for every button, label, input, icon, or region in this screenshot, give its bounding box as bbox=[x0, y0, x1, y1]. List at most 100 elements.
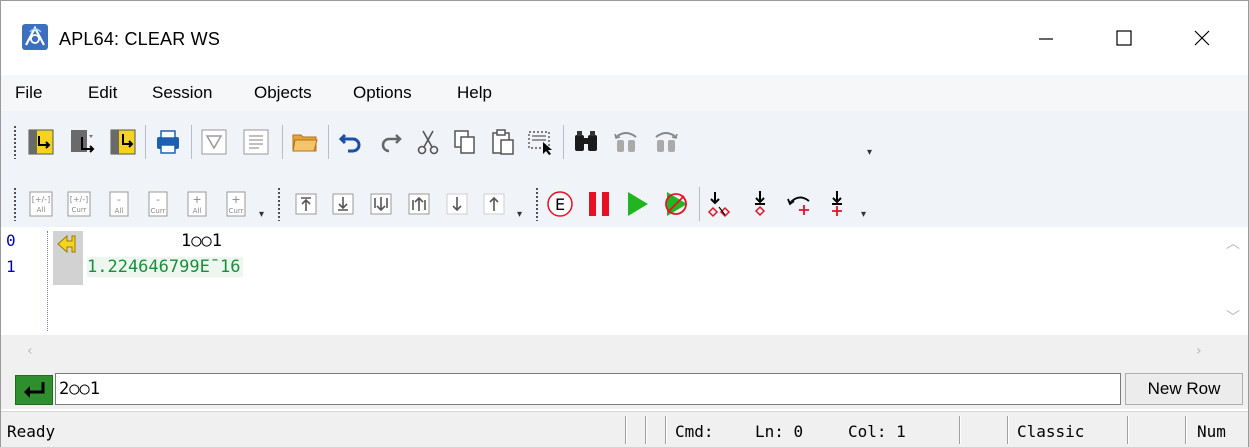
down-arrow-button[interactable] bbox=[439, 185, 475, 223]
expand-curr-button[interactable]: + Curr bbox=[218, 185, 254, 223]
toggle-all-button[interactable]: [+/-] All bbox=[23, 185, 59, 223]
go-bottom-button[interactable] bbox=[325, 185, 361, 223]
scroll-down-icon[interactable]: ﹀ bbox=[1226, 307, 1240, 327]
pause-button[interactable] bbox=[581, 185, 617, 223]
paste-button[interactable] bbox=[485, 123, 521, 161]
cut-icon bbox=[417, 130, 439, 155]
command-input[interactable] bbox=[55, 373, 1121, 405]
next-block-icon bbox=[370, 193, 392, 215]
toolbar-overflow-icon[interactable]: ▾ bbox=[861, 209, 866, 220]
collapse-curr-icon: - Curr bbox=[148, 191, 168, 217]
toolbar-separator bbox=[328, 125, 329, 159]
svg-text:All: All bbox=[37, 206, 46, 214]
toolbar-grip[interactable] bbox=[13, 187, 17, 221]
document-button[interactable] bbox=[238, 123, 274, 161]
toolbar-grip[interactable] bbox=[277, 187, 281, 221]
run-button[interactable] bbox=[619, 185, 655, 223]
go-top-button[interactable] bbox=[288, 185, 324, 223]
clear-stops-button[interactable] bbox=[702, 185, 738, 223]
toolbar-separator bbox=[191, 125, 192, 159]
prev-block-icon bbox=[408, 193, 430, 215]
go-bottom-icon bbox=[332, 193, 354, 215]
toolbar-overflow-icon[interactable]: ▾ bbox=[259, 209, 264, 220]
up-arrow-button[interactable] bbox=[476, 185, 512, 223]
trace-add-button[interactable] bbox=[819, 185, 855, 223]
execute-button[interactable] bbox=[15, 375, 53, 405]
scroll-left-icon[interactable]: ‹ bbox=[27, 343, 33, 359]
menu-edit[interactable]: Edit bbox=[88, 83, 117, 103]
toolbar-grip[interactable] bbox=[535, 187, 539, 221]
svg-text:+: + bbox=[192, 193, 201, 206]
find-next-button[interactable] bbox=[648, 123, 684, 161]
stop-icon bbox=[754, 191, 766, 217]
menu-file[interactable]: File bbox=[15, 83, 42, 103]
main-toolbar: ▾ bbox=[1, 111, 1248, 173]
menu-objects[interactable]: Objects bbox=[254, 83, 312, 103]
toolbar-overflow-icon[interactable]: ▾ bbox=[517, 209, 522, 220]
minimize-button[interactable] bbox=[1011, 1, 1081, 75]
find-icon bbox=[575, 131, 597, 151]
menu-options[interactable]: Options bbox=[353, 83, 412, 103]
next-block-button[interactable] bbox=[363, 185, 399, 223]
vertical-scrollbar[interactable]: ︿ ﹀ bbox=[1216, 227, 1248, 335]
menu-help[interactable]: Help bbox=[457, 83, 492, 103]
status-divider bbox=[1007, 416, 1009, 444]
apl64-logo-icon bbox=[22, 24, 48, 50]
find-button[interactable] bbox=[568, 123, 604, 161]
scroll-up-icon[interactable]: ︿ bbox=[1226, 233, 1240, 253]
session-input-line[interactable]: 1○○1 bbox=[181, 231, 222, 251]
error-button[interactable]: E bbox=[542, 185, 578, 223]
current-line-pointer-icon bbox=[57, 234, 76, 254]
status-num: Num bbox=[1197, 422, 1226, 441]
new-row-button[interactable]: New Row bbox=[1125, 373, 1243, 405]
filter-button[interactable] bbox=[196, 123, 232, 161]
svg-text:+: + bbox=[231, 193, 240, 206]
status-line: Ln: 0 bbox=[755, 422, 804, 441]
toggle-curr-button[interactable]: [+/-] Curr bbox=[61, 185, 97, 223]
print-button[interactable] bbox=[150, 123, 186, 161]
debug-toolbar: [+/-] All [+/-] Curr - All - Curr + All … bbox=[1, 173, 1248, 235]
select-icon bbox=[528, 131, 552, 155]
svg-text:Curr: Curr bbox=[151, 207, 166, 215]
stop-button[interactable] bbox=[742, 185, 778, 223]
step-over-button[interactable] bbox=[65, 123, 101, 161]
trace-button[interactable] bbox=[782, 185, 818, 223]
jump-button[interactable] bbox=[23, 123, 59, 161]
collapse-curr-button[interactable]: - Curr bbox=[140, 185, 176, 223]
svg-text:All: All bbox=[193, 207, 202, 215]
open-folder-button[interactable] bbox=[287, 123, 323, 161]
find-next-icon bbox=[655, 132, 678, 152]
enter-arrow-icon bbox=[24, 382, 45, 398]
prev-block-button[interactable] bbox=[401, 185, 437, 223]
svg-text:[+/-]: [+/-] bbox=[70, 195, 89, 204]
stop-run-button[interactable] bbox=[658, 185, 694, 223]
cut-button[interactable] bbox=[410, 123, 446, 161]
horizontal-scrollbar[interactable]: ‹ › bbox=[1, 335, 1248, 369]
status-divider bbox=[959, 416, 961, 444]
line-number: 1 bbox=[6, 257, 16, 276]
scroll-right-icon[interactable]: › bbox=[1196, 343, 1202, 359]
redo-icon bbox=[381, 134, 402, 153]
toggle-curr-icon: [+/-] Curr bbox=[67, 191, 91, 217]
expand-all-button[interactable]: + All bbox=[179, 185, 215, 223]
maximize-button[interactable] bbox=[1089, 1, 1159, 75]
print-icon bbox=[157, 130, 179, 154]
close-button[interactable] bbox=[1167, 1, 1237, 75]
toolbar-separator bbox=[282, 125, 283, 159]
copy-button[interactable] bbox=[447, 123, 483, 161]
error-icon: E bbox=[547, 191, 573, 217]
gutter-divider bbox=[47, 231, 48, 331]
toolbar-grip[interactable] bbox=[13, 125, 17, 159]
trace-icon bbox=[787, 196, 810, 215]
session-pane[interactable]: 0 1 1○○1 1.224646799E¯16 ︿ ﹀ bbox=[1, 227, 1248, 335]
redo-button[interactable] bbox=[373, 123, 409, 161]
step-into-button[interactable] bbox=[105, 123, 141, 161]
select-button[interactable] bbox=[522, 123, 558, 161]
undo-button[interactable] bbox=[333, 123, 369, 161]
find-prev-button[interactable] bbox=[608, 123, 644, 161]
toolbar-overflow-icon[interactable]: ▾ bbox=[867, 147, 872, 158]
menu-session[interactable]: Session bbox=[152, 83, 212, 103]
collapse-all-button[interactable]: - All bbox=[101, 185, 137, 223]
paste-icon bbox=[492, 129, 514, 155]
session-result-line[interactable]: 1.224646799E¯16 bbox=[87, 257, 243, 277]
